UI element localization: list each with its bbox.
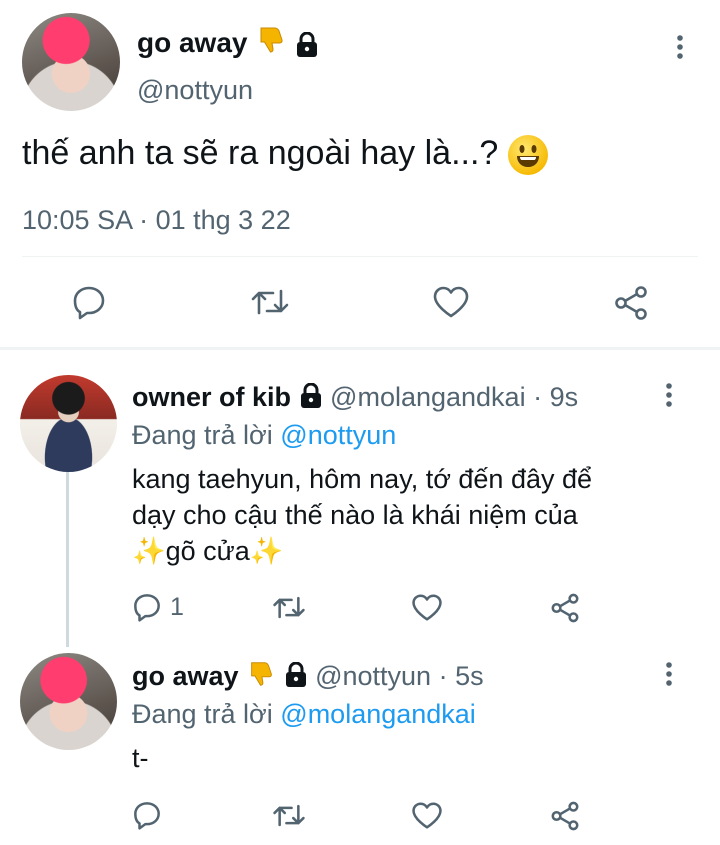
retweet-icon[interactable] [272, 593, 306, 622]
sparkles-emoji-icon: ✨ [249, 536, 284, 566]
avatar[interactable] [20, 375, 117, 472]
section-divider [0, 347, 720, 350]
replying-to-prefix: Đang trả lời [132, 699, 273, 729]
sparkles-emoji-icon: ✨ [132, 536, 166, 566]
lock-icon [299, 383, 323, 409]
lock-icon [284, 662, 308, 688]
display-name-text: go away [132, 661, 239, 692]
reply-text: t- [132, 743, 149, 773]
share-icon[interactable] [612, 284, 650, 322]
display-name[interactable]: go away [137, 24, 319, 65]
thumbs-down-emoji-icon [255, 24, 287, 65]
reply-icon[interactable] [71, 284, 107, 320]
reply-text-fragment: gõ cửa [165, 536, 250, 566]
handle-and-time[interactable]: @molangandkai · 9s [330, 382, 578, 412]
handle[interactable]: @nottyun [137, 73, 253, 107]
like-icon[interactable] [411, 593, 443, 622]
grinning-face-emoji-icon [507, 135, 548, 176]
thumbs-down-emoji-icon [246, 659, 276, 697]
thread-line [66, 472, 69, 647]
handle-and-time[interactable]: @nottyun · 5s [315, 661, 484, 691]
avatar[interactable] [22, 13, 120, 111]
more-options-icon[interactable] [655, 381, 683, 409]
replying-to: Đang trả lời @molangandkai [132, 697, 476, 731]
reply-text-line: ✨gõ cửa✨ [132, 533, 592, 569]
replying-to-link[interactable]: @molangandkai [280, 699, 476, 729]
lock-icon [295, 31, 319, 58]
divider [22, 256, 698, 257]
reply-icon[interactable] [132, 800, 162, 830]
reply-text-line: dạy cho cậu thế nào là khái niệm của [132, 500, 578, 530]
like-icon[interactable] [432, 285, 470, 319]
retweet-icon[interactable] [272, 801, 306, 830]
reply-icon[interactable] [132, 592, 162, 622]
replying-to-link[interactable]: @nottyun [280, 420, 396, 450]
share-icon[interactable] [549, 800, 581, 832]
tweet-text: thế anh ta sẽ ra ngoài hay là...? [22, 131, 548, 176]
replying-to-prefix: Đang trả lời [132, 420, 273, 450]
retweet-icon[interactable] [250, 285, 290, 319]
replying-to: Đang trả lời @nottyun [132, 418, 396, 452]
display-name-text: go away [137, 26, 248, 58]
tweet-text-body: thế anh ta sẽ ra ngoài hay là...? [22, 134, 499, 172]
reply-text: kang taehyun, hôm nay, tớ đến đây để dạy… [132, 461, 592, 569]
reply-text-line: kang taehyun, hôm nay, tớ đến đây để [132, 464, 593, 494]
share-icon[interactable] [549, 592, 581, 624]
avatar[interactable] [20, 653, 117, 750]
display-name-text: owner of kib [132, 382, 292, 412]
like-icon[interactable] [411, 801, 443, 830]
more-options-icon[interactable] [655, 660, 683, 688]
display-name[interactable]: owner of kib @molangandkai · 9s [132, 380, 578, 414]
reply-count: 1 [170, 593, 184, 621]
display-name[interactable]: go away @nottyun · 5s [132, 659, 484, 697]
tweet-timestamp[interactable]: 10:05 SA · 01 thg 3 22 [22, 203, 291, 237]
more-options-icon[interactable] [666, 33, 694, 61]
